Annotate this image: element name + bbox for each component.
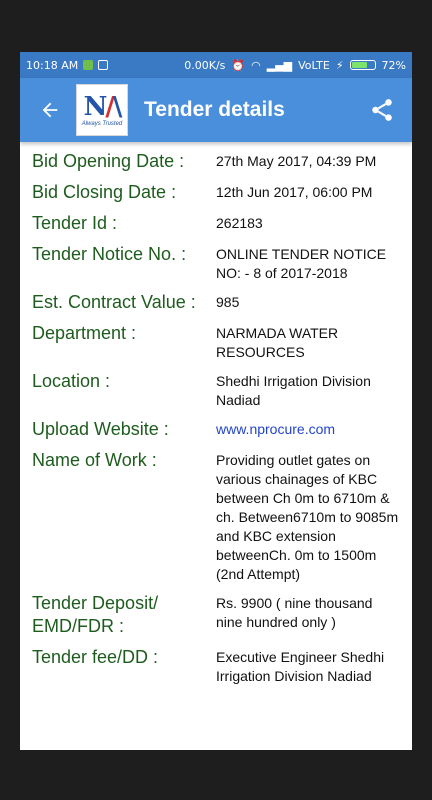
signal-icon: ▂▄▆	[266, 58, 293, 72]
status-bar: 10:18 AM 0.00K/s ⏰ ◠ ▂▄▆ VoLTE ⚡ 72%	[20, 52, 412, 78]
app-logo: N/\ Always Trusted	[76, 84, 128, 136]
app-notification-icon	[98, 60, 109, 70]
detail-label: Tender Notice No. :	[32, 244, 187, 264]
detail-label: Tender fee/DD :	[32, 647, 159, 667]
app-bar: N/\ Always Trusted Tender details	[20, 78, 412, 142]
website-link[interactable]: www.nprocure.com	[216, 418, 412, 441]
carrier-label: VoLTE	[298, 58, 330, 72]
detail-row-department: Department : NARMADA WATER RESOURCES	[32, 322, 412, 362]
detail-row-contract-value: Est. Contract Value : 985	[32, 291, 412, 314]
detail-value: Rs. 9900 ( nine thousand nine hundred on…	[216, 595, 373, 630]
detail-label: Tender Id :	[32, 213, 118, 233]
network-speed: 0.00K/s	[184, 58, 226, 72]
detail-label: Upload Website :	[32, 419, 169, 439]
detail-row-location: Location : Shedhi Irrigation Division Na…	[32, 370, 412, 410]
notification-icon	[83, 60, 94, 70]
wifi-icon: ◠	[251, 58, 261, 72]
phone-bezel-bottom	[0, 750, 432, 800]
detail-row-bid-closing: Bid Closing Date : 12th Jun 2017, 06:00 …	[32, 181, 412, 204]
back-arrow-icon[interactable]	[30, 90, 70, 130]
screen: 10:18 AM 0.00K/s ⏰ ◠ ▂▄▆ VoLTE ⚡ 72% N/\…	[20, 52, 412, 750]
phone-bezel-top	[0, 0, 432, 52]
share-icon[interactable]	[362, 90, 402, 130]
battery-percent: 72%	[381, 58, 406, 72]
detail-label: Name of Work :	[32, 450, 157, 470]
battery-icon	[349, 60, 376, 70]
alarm-icon: ⏰	[231, 58, 246, 72]
detail-value: ONLINE TENDER NOTICE NO: - 8 of 2017-201…	[216, 246, 387, 281]
detail-row-tender-id: Tender Id : 262183	[32, 212, 412, 235]
detail-label: Bid Opening Date :	[32, 151, 185, 171]
logo-tagline: Always Trusted	[81, 121, 123, 127]
detail-value: NARMADA WATER RESOURCES	[216, 325, 339, 360]
status-time: 10:18 AM	[26, 58, 79, 72]
detail-row-bid-opening: Bid Opening Date : 27th May 2017, 04:39 …	[32, 150, 412, 173]
charging-icon: ⚡	[335, 58, 344, 72]
detail-value: 12th Jun 2017, 06:00 PM	[216, 184, 373, 200]
detail-value: 262183	[216, 215, 263, 231]
phone-bezel-right	[412, 52, 432, 750]
detail-row-tender-notice: Tender Notice No. : ONLINE TENDER NOTICE…	[32, 243, 412, 283]
detail-row-tender-deposit: Tender Deposit/ EMD/FDR : Rs. 9900 ( nin…	[32, 592, 412, 638]
detail-label: Est. Contract Value :	[32, 292, 196, 312]
detail-row-upload-website: Upload Website : www.nprocure.com	[32, 418, 412, 441]
detail-label: Department :	[32, 323, 137, 343]
detail-label: Bid Closing Date :	[32, 182, 177, 202]
detail-value: 27th May 2017, 04:39 PM	[216, 153, 377, 169]
battery-fill	[351, 62, 368, 68]
detail-row-tender-fee: Tender fee/DD : Executive Engineer Shedh…	[32, 646, 412, 686]
detail-value: Executive Engineer Shedhi Irrigation Div…	[216, 649, 385, 684]
details-list: Bid Opening Date : 27th May 2017, 04:39 …	[20, 142, 412, 686]
detail-row-name-of-work: Name of Work : Providing outlet gates on…	[32, 449, 412, 584]
detail-value: 985	[216, 294, 240, 310]
detail-label: Location :	[32, 371, 111, 391]
phone-bezel-left	[0, 52, 20, 750]
detail-value: Providing outlet gates on various chaina…	[216, 452, 399, 582]
page-title: Tender details	[144, 98, 285, 121]
logo-mark: N/\	[83, 92, 123, 122]
detail-value: Shedhi Irrigation Division Nadiad	[216, 373, 371, 408]
detail-label: Tender Deposit/ EMD/FDR :	[32, 593, 159, 636]
